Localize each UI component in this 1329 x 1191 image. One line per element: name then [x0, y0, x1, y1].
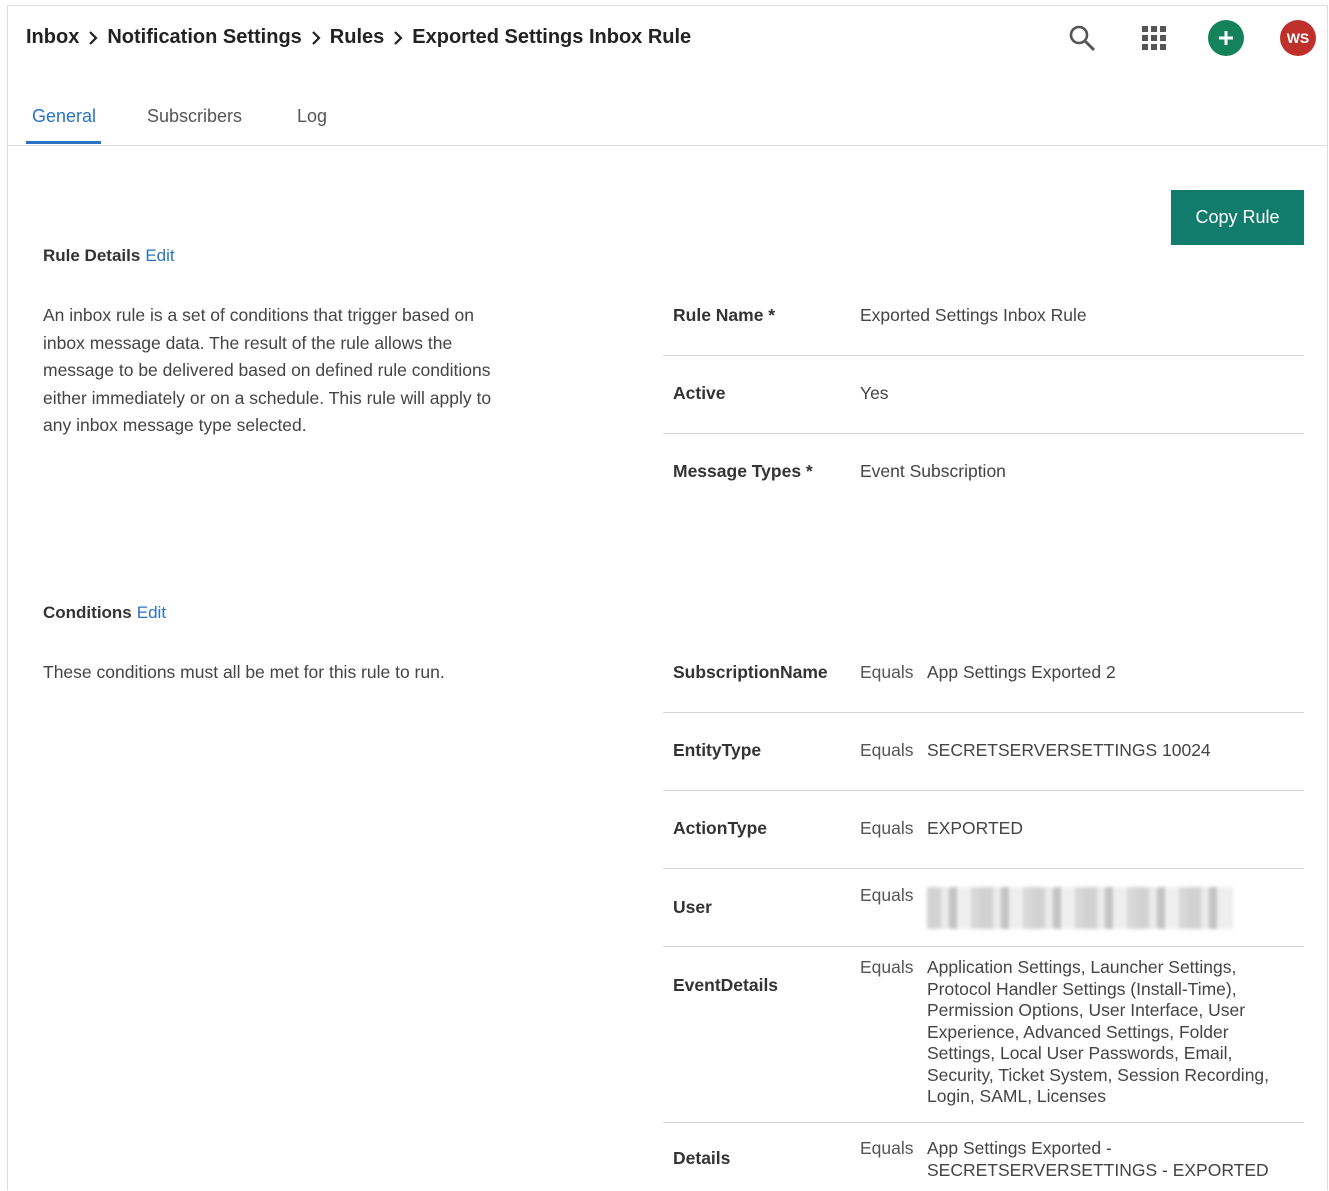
condition-operator: Equals [860, 662, 914, 682]
condition-value: App Settings Exported 2 [927, 662, 1299, 684]
condition-field: EntityType [673, 740, 762, 760]
rule-details-description: An inbox rule is a set of conditions tha… [43, 302, 491, 440]
user-menu[interactable]: WS [1279, 19, 1317, 57]
condition-value-line: App Settings Exported - [927, 1138, 1112, 1158]
condition-row-actiontype: ActionType Equals EXPORTED [663, 791, 1304, 869]
condition-value-line: Experience, Advanced Settings, Folder [927, 1021, 1229, 1042]
description-line: either immediately or on a schedule. Thi… [43, 387, 492, 408]
condition-operator: Equals [860, 885, 914, 905]
condition-value: Application Settings, Launcher Settings,… [927, 957, 1299, 1108]
condition-field: ActionType [673, 818, 767, 838]
breadcrumb: Inbox Notification Settings Rules Export… [26, 26, 691, 49]
top-header: Inbox Notification Settings Rules Export… [8, 6, 1327, 72]
field-row-active: Active Yes [663, 356, 1304, 434]
add-button[interactable] [1207, 19, 1245, 57]
condition-value-line: EXPORTED [927, 818, 1023, 838]
condition-operator: Equals [860, 1138, 914, 1158]
conditions-description: These conditions must all be met for thi… [43, 662, 445, 682]
tab-general[interactable]: General [32, 106, 96, 127]
active-tab-indicator [26, 141, 101, 144]
condition-operator: Equals [860, 740, 914, 760]
rule-details-heading: Rule Details Edit [43, 246, 175, 266]
condition-value-line: Settings, Local User Passwords, Email, [927, 1043, 1233, 1063]
conditions-heading: Conditions Edit [43, 603, 166, 623]
condition-operator: Equals [860, 818, 914, 838]
condition-value: EXPORTED [927, 818, 1299, 840]
redacted-user-value [927, 887, 1232, 929]
condition-value: App Settings Exported - SECRETSERVERSETT… [927, 1138, 1299, 1181]
breadcrumb-notification-settings[interactable]: Notification Settings [107, 26, 301, 49]
conditions-edit-link[interactable]: Edit [137, 603, 166, 622]
condition-row-details: Details Equals App Settings Exported - S… [663, 1123, 1304, 1191]
breadcrumb-rules[interactable]: Rules [330, 26, 384, 49]
header-actions: WS [1029, 19, 1317, 57]
copy-rule-button[interactable]: Copy Rule [1171, 190, 1304, 245]
condition-row-subscriptionname: SubscriptionName Equals App Settings Exp… [663, 635, 1304, 713]
condition-value-line: SECRETSERVERSETTINGS 10024 [927, 740, 1211, 760]
description-line: any inbox message type selected. [43, 415, 307, 435]
field-row-rule-name: Rule Name * Exported Settings Inbox Rule [663, 278, 1304, 356]
condition-value-line: Protocol Handler Settings (Install-Time)… [927, 978, 1237, 999]
field-value: Exported Settings Inbox Rule [860, 305, 1087, 325]
condition-value-line: Application Settings, Launcher Settings, [927, 957, 1237, 977]
search-icon[interactable] [1063, 19, 1101, 57]
condition-field: SubscriptionName [673, 662, 828, 682]
field-label: Active [673, 383, 726, 403]
condition-operator: Equals [860, 957, 914, 977]
add-icon [1208, 20, 1244, 56]
tab-subscribers[interactable]: Subscribers [147, 106, 242, 127]
chevron-right-icon [311, 30, 321, 45]
field-row-message-types: Message Types * Event Subscription [663, 434, 1304, 511]
breadcrumb-current-rule: Exported Settings Inbox Rule [412, 26, 692, 48]
avatar: WS [1280, 20, 1316, 56]
condition-value-line: SECRETSERVERSETTINGS - EXPORTED [927, 1159, 1269, 1180]
description-line: message to be delivered based on defined… [43, 360, 491, 380]
condition-field: Details [673, 1148, 731, 1168]
tab-bar: General Subscribers Log [8, 94, 1327, 146]
app-frame: Inbox Notification Settings Rules Export… [7, 5, 1328, 1190]
description-line: inbox message data. The result of the ru… [43, 332, 453, 353]
field-value: Event Subscription [860, 461, 1006, 481]
condition-value-line: Security, Ticket System, Session Recordi… [927, 1064, 1270, 1085]
condition-value-line: Permission Options, User Interface, User [927, 1000, 1246, 1020]
condition-value: SECRETSERVERSETTINGS 10024 [927, 740, 1299, 762]
condition-value-line: App Settings Exported 2 [927, 662, 1116, 682]
rule-details-edit-link[interactable]: Edit [145, 246, 174, 265]
tab-log[interactable]: Log [297, 106, 327, 127]
condition-field: User [673, 897, 712, 917]
rule-details-title: Rule Details [43, 246, 141, 265]
condition-row-eventdetails: EventDetails Equals Application Settings… [663, 947, 1304, 1123]
field-value: Yes [860, 383, 889, 403]
conditions-title: Conditions [43, 603, 132, 622]
condition-value-line: Login, SAML, Licenses [927, 1086, 1106, 1106]
field-label: Rule Name * [673, 305, 776, 325]
condition-row-entitytype: EntityType Equals SECRETSERVERSETTINGS 1… [663, 713, 1304, 791]
chevron-right-icon [88, 30, 98, 45]
breadcrumb-inbox[interactable]: Inbox [26, 26, 79, 49]
condition-field: EventDetails [673, 975, 779, 995]
field-label: Message Types * [673, 461, 813, 481]
description-line: An inbox rule is a set of conditions tha… [43, 305, 474, 325]
condition-row-user: User Equals [663, 869, 1304, 947]
chevron-right-icon [393, 30, 403, 45]
app-grid-icon[interactable] [1135, 19, 1173, 57]
